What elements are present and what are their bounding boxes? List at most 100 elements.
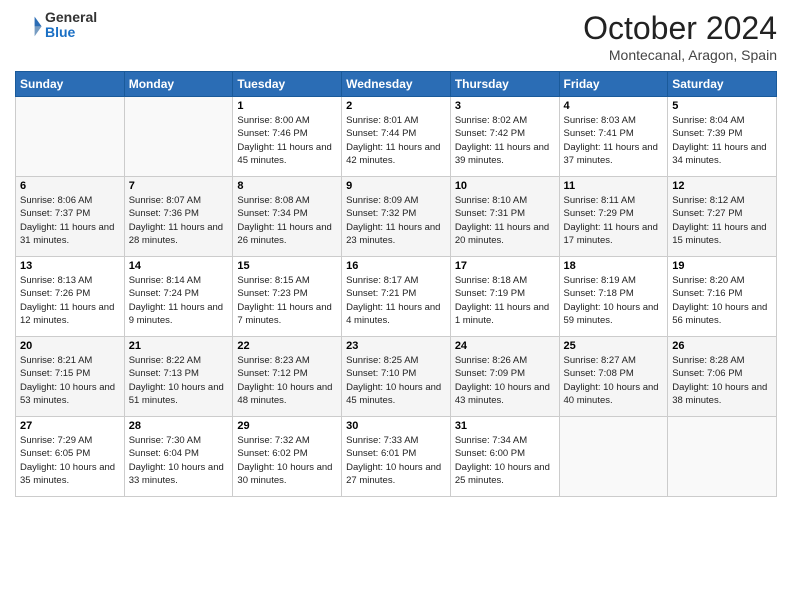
table-row: 7 Sunrise: 8:07 AM Sunset: 7:36 PM Daylig… bbox=[124, 177, 233, 257]
table-row: 5Sunrise: 8:04 AM Sunset: 7:39 PM Daylig… bbox=[668, 97, 777, 177]
day-number: 21 bbox=[129, 340, 229, 352]
table-row: 4 Sunrise: 8:03 AM Sunset: 7:41 PM Daylig… bbox=[559, 97, 668, 177]
day-number: 4 bbox=[564, 100, 664, 112]
logo-blue: Blue bbox=[45, 25, 97, 40]
day-info: Sunrise: 8:03 AM Sunset: 7:41 PM Dayligh… bbox=[564, 114, 664, 167]
table-row bbox=[668, 417, 777, 497]
header-thursday: Thursday bbox=[450, 72, 559, 97]
calendar-week-row: 13 Sunrise: 8:13 AM Sunset: 7:26 PM Dayli… bbox=[16, 257, 777, 337]
day-number: 1 bbox=[237, 100, 337, 112]
table-row: 21 Sunrise: 8:22 AM Sunset: 7:13 PM Dayli… bbox=[124, 337, 233, 417]
day-info: Sunrise: 7:29 AM Sunset: 6:05 PM Dayligh… bbox=[20, 434, 120, 487]
day-number: 9 bbox=[346, 180, 446, 192]
page-container: General Blue October 2024 Montecanal, Ar… bbox=[0, 0, 792, 612]
day-info: Sunrise: 8:21 AM Sunset: 7:15 PM Dayligh… bbox=[20, 354, 120, 407]
table-row bbox=[16, 97, 125, 177]
day-info: Sunrise: 8:09 AM Sunset: 7:32 PM Dayligh… bbox=[346, 194, 446, 247]
day-info: Sunrise: 8:15 AM Sunset: 7:23 PM Dayligh… bbox=[237, 274, 337, 327]
day-number: 3 bbox=[455, 100, 555, 112]
table-row: 12 Sunrise: 8:12 AM Sunset: 7:27 PM Dayli… bbox=[668, 177, 777, 257]
day-info: Sunrise: 8:25 AM Sunset: 7:10 PM Dayligh… bbox=[346, 354, 446, 407]
day-number: 15 bbox=[237, 260, 337, 272]
table-row: 31Sunrise: 7:34 AM Sunset: 6:00 PM Dayli… bbox=[450, 417, 559, 497]
table-row: 16 Sunrise: 8:17 AM Sunset: 7:21 PM Dayli… bbox=[342, 257, 451, 337]
table-row: 6Sunrise: 8:06 AM Sunset: 7:37 PM Daylig… bbox=[16, 177, 125, 257]
day-info: Sunrise: 8:10 AM Sunset: 7:31 PM Dayligh… bbox=[455, 194, 555, 247]
table-row bbox=[124, 97, 233, 177]
header-friday: Friday bbox=[559, 72, 668, 97]
logo-general: General bbox=[45, 10, 97, 25]
day-number: 10 bbox=[455, 180, 555, 192]
table-row: 14Sunrise: 8:14 AM Sunset: 7:24 PM Dayli… bbox=[124, 257, 233, 337]
table-row: 8Sunrise: 8:08 AM Sunset: 7:34 PM Daylig… bbox=[233, 177, 342, 257]
day-number: 12 bbox=[672, 180, 772, 192]
day-number: 11 bbox=[564, 180, 664, 192]
table-row: 19 Sunrise: 8:20 AM Sunset: 7:16 PM Dayli… bbox=[668, 257, 777, 337]
table-row: 30Sunrise: 7:33 AM Sunset: 6:01 PM Dayli… bbox=[342, 417, 451, 497]
day-info: Sunrise: 8:18 AM Sunset: 7:19 PM Dayligh… bbox=[455, 274, 555, 327]
day-info: Sunrise: 8:17 AM Sunset: 7:21 PM Dayligh… bbox=[346, 274, 446, 327]
day-number: 5 bbox=[672, 100, 772, 112]
day-info: Sunrise: 7:34 AM Sunset: 6:00 PM Dayligh… bbox=[455, 434, 555, 487]
calendar-week-row: 1Sunrise: 8:00 AM Sunset: 7:46 PM Daylig… bbox=[16, 97, 777, 177]
day-number: 28 bbox=[129, 420, 229, 432]
day-number: 25 bbox=[564, 340, 664, 352]
day-number: 29 bbox=[237, 420, 337, 432]
logo-icon bbox=[15, 11, 43, 39]
header-sunday: Sunday bbox=[16, 72, 125, 97]
header-tuesday: Tuesday bbox=[233, 72, 342, 97]
header-monday: Monday bbox=[124, 72, 233, 97]
location: Montecanal, Aragon, Spain bbox=[583, 47, 777, 63]
table-row: 28 Sunrise: 7:30 AM Sunset: 6:04 PM Dayli… bbox=[124, 417, 233, 497]
day-info: Sunrise: 8:08 AM Sunset: 7:34 PM Dayligh… bbox=[237, 194, 337, 247]
day-number: 22 bbox=[237, 340, 337, 352]
table-row: 9 Sunrise: 8:09 AM Sunset: 7:32 PM Daylig… bbox=[342, 177, 451, 257]
logo: General Blue bbox=[15, 10, 97, 41]
day-info: Sunrise: 8:11 AM Sunset: 7:29 PM Dayligh… bbox=[564, 194, 664, 247]
calendar-week-row: 6Sunrise: 8:06 AM Sunset: 7:37 PM Daylig… bbox=[16, 177, 777, 257]
day-info: Sunrise: 8:13 AM Sunset: 7:26 PM Dayligh… bbox=[20, 274, 120, 327]
day-info: Sunrise: 7:33 AM Sunset: 6:01 PM Dayligh… bbox=[346, 434, 446, 487]
table-row: 24 Sunrise: 8:26 AM Sunset: 7:09 PM Dayli… bbox=[450, 337, 559, 417]
day-info: Sunrise: 8:28 AM Sunset: 7:06 PM Dayligh… bbox=[672, 354, 772, 407]
table-row: 23Sunrise: 8:25 AM Sunset: 7:10 PM Dayli… bbox=[342, 337, 451, 417]
table-row: 15 Sunrise: 8:15 AM Sunset: 7:23 PM Dayli… bbox=[233, 257, 342, 337]
header-saturday: Saturday bbox=[668, 72, 777, 97]
day-info: Sunrise: 8:26 AM Sunset: 7:09 PM Dayligh… bbox=[455, 354, 555, 407]
day-number: 7 bbox=[129, 180, 229, 192]
table-row: 11 Sunrise: 8:11 AM Sunset: 7:29 PM Dayli… bbox=[559, 177, 668, 257]
day-info: Sunrise: 8:07 AM Sunset: 7:36 PM Dayligh… bbox=[129, 194, 229, 247]
header-wednesday: Wednesday bbox=[342, 72, 451, 97]
day-number: 16 bbox=[346, 260, 446, 272]
day-info: Sunrise: 8:06 AM Sunset: 7:37 PM Dayligh… bbox=[20, 194, 120, 247]
day-info: Sunrise: 8:20 AM Sunset: 7:16 PM Dayligh… bbox=[672, 274, 772, 327]
table-row: 1Sunrise: 8:00 AM Sunset: 7:46 PM Daylig… bbox=[233, 97, 342, 177]
calendar-week-row: 20 Sunrise: 8:21 AM Sunset: 7:15 PM Dayli… bbox=[16, 337, 777, 417]
day-info: Sunrise: 8:22 AM Sunset: 7:13 PM Dayligh… bbox=[129, 354, 229, 407]
table-row bbox=[559, 417, 668, 497]
table-row: 29Sunrise: 7:32 AM Sunset: 6:02 PM Dayli… bbox=[233, 417, 342, 497]
day-info: Sunrise: 8:14 AM Sunset: 7:24 PM Dayligh… bbox=[129, 274, 229, 327]
table-row: 22 Sunrise: 8:23 AM Sunset: 7:12 PM Dayli… bbox=[233, 337, 342, 417]
day-number: 19 bbox=[672, 260, 772, 272]
day-info: Sunrise: 8:12 AM Sunset: 7:27 PM Dayligh… bbox=[672, 194, 772, 247]
day-number: 17 bbox=[455, 260, 555, 272]
table-row: 17 Sunrise: 8:18 AM Sunset: 7:19 PM Dayli… bbox=[450, 257, 559, 337]
table-row: 27Sunrise: 7:29 AM Sunset: 6:05 PM Dayli… bbox=[16, 417, 125, 497]
day-number: 24 bbox=[455, 340, 555, 352]
month-title: October 2024 bbox=[583, 10, 777, 47]
calendar-table: Sunday Monday Tuesday Wednesday Thursday… bbox=[15, 71, 777, 497]
table-row: 20 Sunrise: 8:21 AM Sunset: 7:15 PM Dayli… bbox=[16, 337, 125, 417]
day-number: 20 bbox=[20, 340, 120, 352]
day-info: Sunrise: 8:23 AM Sunset: 7:12 PM Dayligh… bbox=[237, 354, 337, 407]
day-number: 26 bbox=[672, 340, 772, 352]
day-info: Sunrise: 8:01 AM Sunset: 7:44 PM Dayligh… bbox=[346, 114, 446, 167]
table-row: 2 Sunrise: 8:01 AM Sunset: 7:44 PM Daylig… bbox=[342, 97, 451, 177]
table-row: 25Sunrise: 8:27 AM Sunset: 7:08 PM Dayli… bbox=[559, 337, 668, 417]
day-number: 13 bbox=[20, 260, 120, 272]
day-info: Sunrise: 7:30 AM Sunset: 6:04 PM Dayligh… bbox=[129, 434, 229, 487]
day-number: 2 bbox=[346, 100, 446, 112]
page-header: General Blue October 2024 Montecanal, Ar… bbox=[15, 10, 777, 63]
title-block: October 2024 Montecanal, Aragon, Spain bbox=[583, 10, 777, 63]
day-number: 18 bbox=[564, 260, 664, 272]
